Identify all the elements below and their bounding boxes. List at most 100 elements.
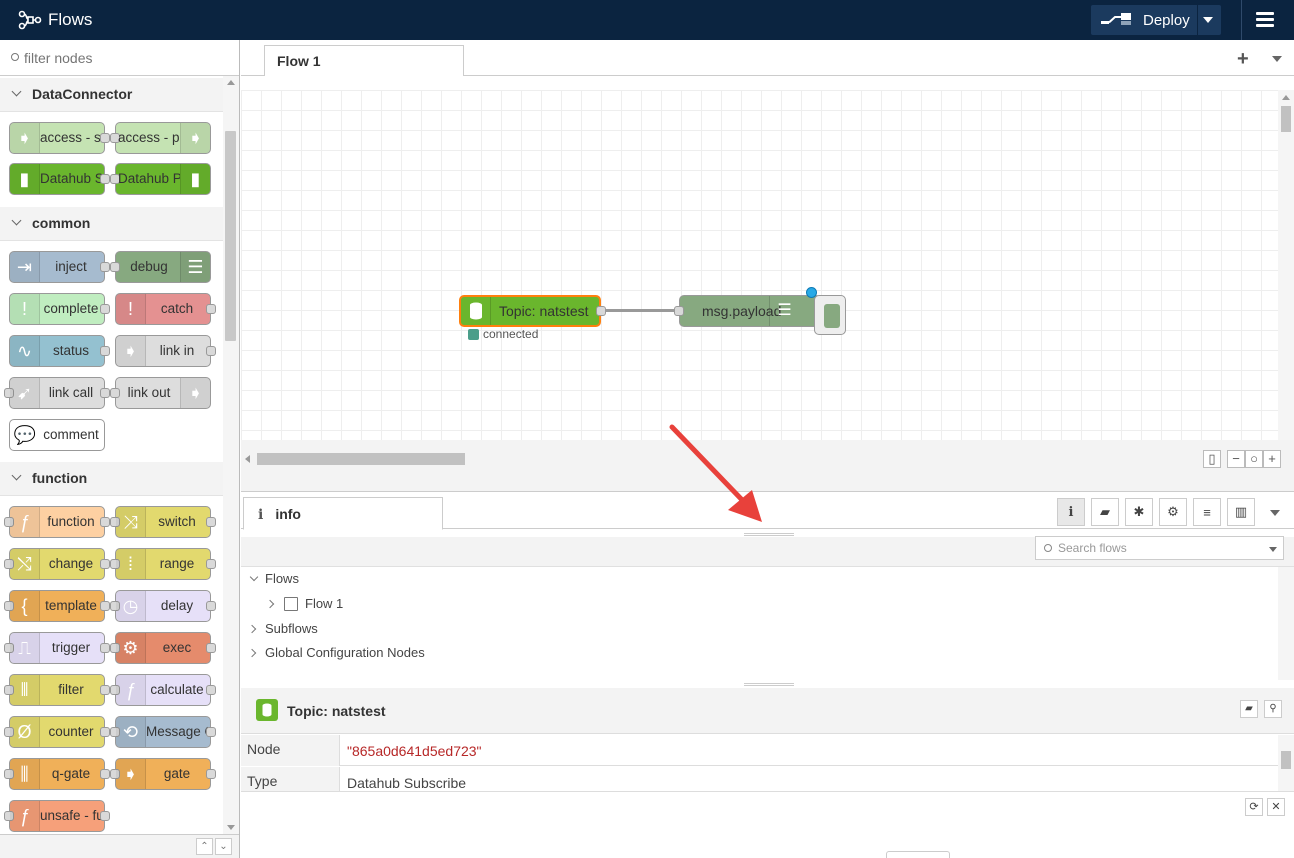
output-port[interactable] [206,517,216,527]
tab-info[interactable]: i info [243,497,443,530]
search-icon[interactable]: ⚲ [1264,700,1282,718]
output-port[interactable] [100,727,110,737]
refresh-icon[interactable]: ⟳ [1245,798,1263,816]
palette-node-filter[interactable]: ⫴ filter [4,674,110,706]
palette-node-counter[interactable]: Ø counter [4,716,110,748]
palette-node-comment[interactable]: 💬 comment [9,419,105,451]
scroll-left-icon[interactable] [245,455,250,463]
canvas-horizontal-scrollbar[interactable] [241,449,1201,469]
palette-node-delay[interactable]: ◷ delay [110,590,216,622]
scroll-thumb[interactable] [257,453,465,465]
info-tab-icon[interactable]: i [1057,498,1085,526]
flow-wire[interactable] [604,309,680,312]
sidebar-section-resize-handle[interactable] [744,683,794,686]
palette-node-status[interactable]: ∿ status [9,335,110,367]
palette-node-function[interactable]: ƒ function [4,506,110,538]
palette-node-link-in[interactable]: ➧ link in [115,335,216,367]
palette-node-exec[interactable]: ⚙ exec [110,632,216,664]
flow-node-msg-payload[interactable]: msg.payload ☰ [674,295,821,327]
palette-node-template[interactable]: { template [4,590,110,622]
canvas-vertical-scrollbar[interactable] [1278,90,1294,440]
output-port[interactable] [206,346,216,356]
tree-scrollbar[interactable] [1278,567,1294,680]
properties-scrollbar[interactable] [1278,735,1294,791]
output-port[interactable] [100,811,110,821]
main-menu-icon[interactable] [1256,12,1274,28]
sidebar-tabs-caret-icon[interactable] [1270,510,1280,516]
palette-node-range[interactable]: ⁞ range [110,548,216,580]
zoom-in-icon[interactable]: + [1263,450,1281,468]
output-port[interactable] [100,685,110,695]
palette-scrollbar[interactable] [223,76,239,836]
scroll-up-icon[interactable] [1282,95,1290,100]
palette-category-dataconnector[interactable]: DataConnector [0,78,223,112]
help-book-icon[interactable]: ▰ [1240,700,1258,718]
tab-flow-1[interactable]: Flow 1 [264,45,464,77]
palette-node-complete[interactable]: ! complete [9,293,110,325]
gear-icon[interactable]: ⚙ [1159,498,1187,526]
palette-node-trigger[interactable]: ⎍ trigger [4,632,110,664]
scroll-up-icon[interactable] [227,80,235,85]
output-port[interactable] [206,685,216,695]
deploy-button[interactable]: Deploy [1091,5,1221,35]
output-port[interactable] [206,727,216,737]
palette-node-change[interactable]: ⤭ change [4,548,110,580]
output-port[interactable] [100,262,110,272]
palette-node-access-subscribe[interactable]: ➧ access - subscribe [9,122,110,154]
add-flow-icon[interactable]: + [1237,48,1249,71]
output-port[interactable] [100,769,110,779]
palette-node-datahub-publish[interactable]: Datahub Publish ▮ [110,163,211,195]
output-port[interactable] [100,133,110,143]
output-port[interactable] [100,601,110,611]
bottom-tray-tab[interactable] [886,851,950,858]
zoom-reset-icon[interactable]: ○ [1245,450,1263,468]
tab-list-caret-icon[interactable] [1272,56,1282,62]
tree-item-global-config[interactable]: Global Configuration Nodes [247,642,549,664]
sidebar-resize-handle[interactable] [744,533,794,536]
output-port[interactable] [100,559,110,569]
palette-node-message-counter[interactable]: ⟲ Message Counter [110,716,216,748]
deploy-dropdown-caret-icon[interactable] [1203,17,1213,23]
palette-node-inject[interactable]: ⇥ inject [9,251,110,283]
output-port[interactable] [206,304,216,314]
tree-item-subflows[interactable]: Subflows [247,618,449,640]
palette-category-common[interactable]: common [0,207,223,241]
palette-node-debug[interactable]: debug ☰ [110,251,211,283]
search-flows-input[interactable]: Search flows [1035,536,1284,560]
palette-node-switch[interactable]: ⤨ switch [110,506,216,538]
palette-node-access-publish[interactable]: access - publish ➧ [110,122,211,154]
palette-node-calculate[interactable]: ƒ calculate [110,674,216,706]
palette-node-link-out[interactable]: link out ➧ [110,377,211,409]
expand-all-icon[interactable]: ⌃ [196,838,213,855]
palette-node-datahub-subscribe[interactable]: ▮ Datahub Subscribe [9,163,110,195]
help-book-icon[interactable]: ▰ [1091,498,1119,526]
output-port[interactable] [100,643,110,653]
output-port[interactable] [100,174,110,184]
search-options-caret-icon[interactable] [1269,547,1277,552]
output-port[interactable] [206,769,216,779]
output-port[interactable] [206,643,216,653]
debug-toggle-button[interactable] [814,295,846,335]
collapse-all-icon[interactable]: ⌄ [215,838,232,855]
output-port[interactable] [206,559,216,569]
tree-item-flow-1[interactable]: Flow 1 [265,593,466,615]
bug-icon[interactable]: ✱ [1125,498,1153,526]
input-port[interactable] [674,306,684,316]
map-icon[interactable]: ▯ [1203,450,1221,468]
output-port[interactable] [100,517,110,527]
output-port[interactable] [100,304,110,314]
database-icon[interactable]: ≡ [1193,498,1221,526]
palette-filter-input[interactable] [24,48,224,68]
flow-canvas[interactable] [241,76,1278,440]
output-port[interactable] [100,388,110,398]
zoom-out-icon[interactable]: − [1227,450,1245,468]
palette-node-gate[interactable]: ➧ gate [110,758,216,790]
scroll-thumb[interactable] [1281,106,1291,132]
chart-icon[interactable]: ▥ [1227,498,1255,526]
scroll-thumb[interactable] [1281,751,1291,769]
close-icon[interactable]: ✕ [1267,798,1285,816]
palette-node-q-gate[interactable]: ⫼ q-gate [4,758,110,790]
palette-node-link-call[interactable]: ➹ link call [4,377,110,409]
output-port[interactable] [100,346,110,356]
output-port[interactable] [206,601,216,611]
